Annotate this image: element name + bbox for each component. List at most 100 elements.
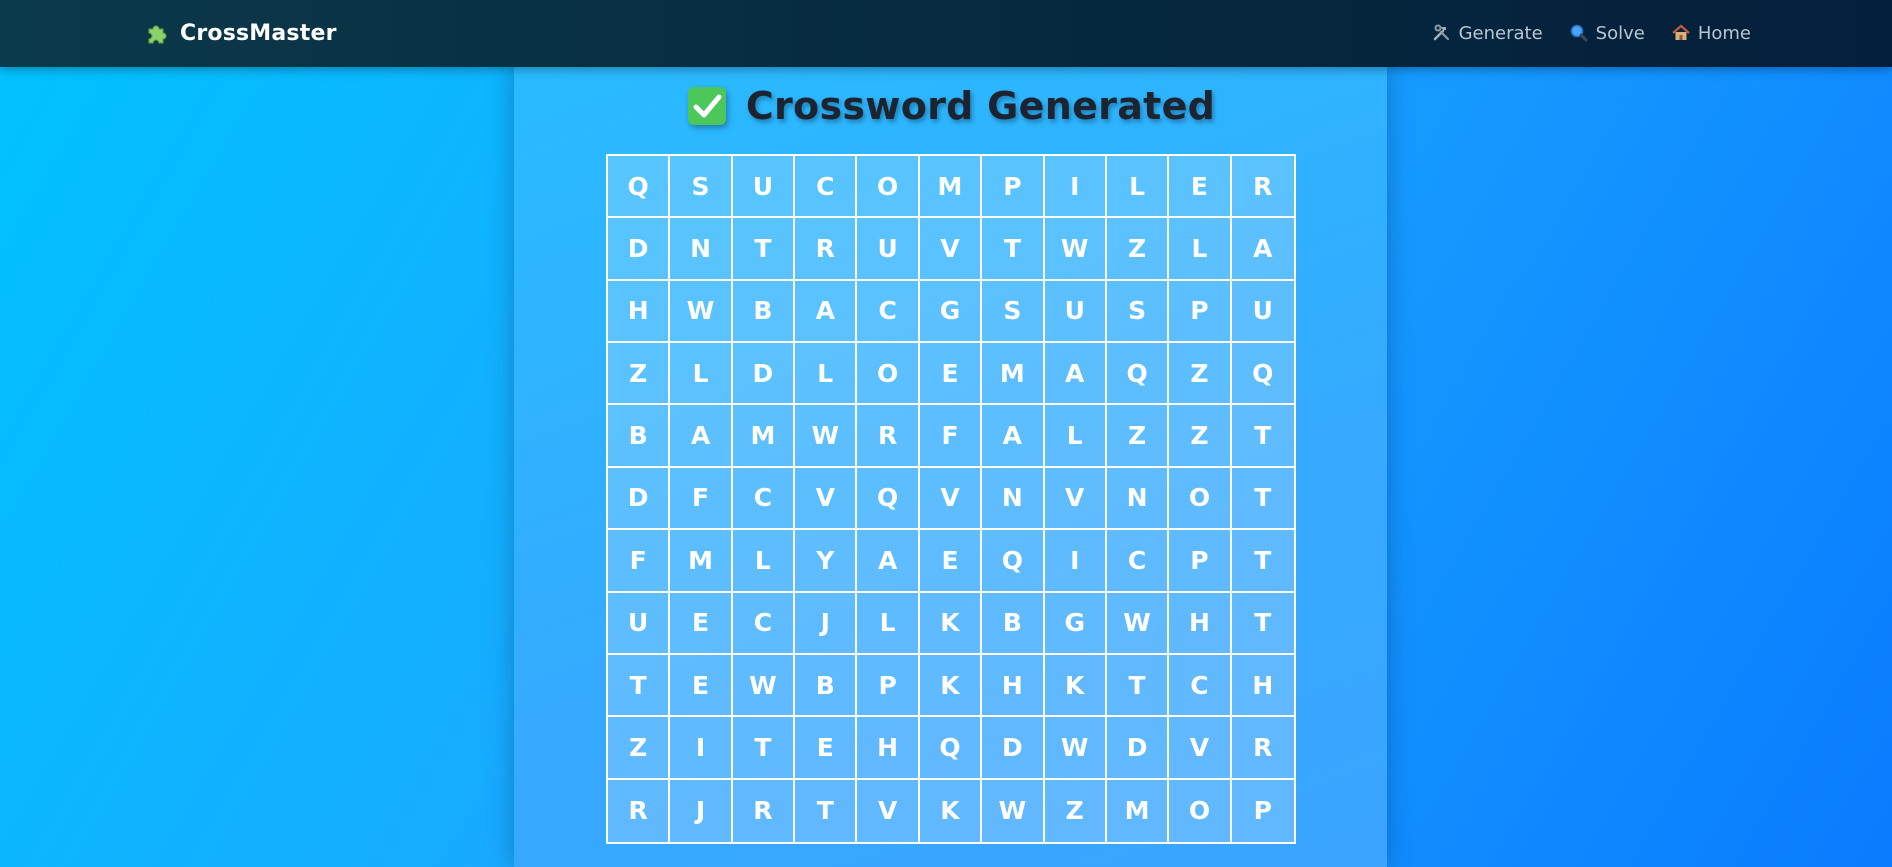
- grid-cell: C: [732, 467, 796, 531]
- grid-cell: Q: [1106, 343, 1170, 406]
- grid-cell: H: [857, 717, 920, 780]
- grid-cell: W: [982, 779, 1045, 842]
- grid-cell: W: [1106, 592, 1170, 655]
- grid-cell: C: [857, 280, 920, 344]
- checkmark-box-icon: [686, 85, 728, 127]
- grid-cell: K: [919, 592, 983, 655]
- nav-link-solve-label: Solve: [1595, 22, 1645, 44]
- grid-cell: I: [670, 717, 733, 780]
- grid-cell: U: [732, 156, 796, 219]
- grid-cell: O: [857, 343, 920, 406]
- grid-cell: D: [732, 343, 796, 406]
- nav-links: Generate Solve Home: [1432, 17, 1751, 49]
- grid-cell: H: [1169, 592, 1232, 655]
- nav-link-generate-label: Generate: [1458, 22, 1543, 44]
- grid-cell: R: [1231, 717, 1294, 780]
- grid-cell: E: [795, 717, 858, 780]
- grid-cell: K: [919, 779, 983, 842]
- grid-cell: J: [795, 592, 858, 655]
- grid-cell: L: [1106, 156, 1170, 219]
- grid-cell: M: [1106, 779, 1170, 842]
- grid-cell: P: [1169, 530, 1232, 593]
- grid-cell: A: [1231, 218, 1294, 281]
- grid-cell: N: [670, 218, 733, 281]
- navbar: CrossMaster Generate Solve Home: [0, 0, 1892, 67]
- grid-cell: T: [608, 654, 671, 718]
- grid-cell: Z: [1044, 779, 1107, 842]
- grid-cell: T: [795, 779, 858, 842]
- grid-cell: Z: [1106, 218, 1170, 281]
- grid-cell: W: [1044, 218, 1107, 281]
- grid-cell: G: [919, 280, 983, 344]
- grid-cell: E: [919, 343, 983, 406]
- grid-cell: M: [919, 156, 983, 219]
- grid-cell: R: [1231, 156, 1294, 219]
- grid-cell: T: [1231, 405, 1294, 468]
- brand-name: CrossMaster: [180, 20, 337, 46]
- grid-cell: B: [732, 280, 796, 344]
- grid-cell: M: [670, 530, 733, 593]
- grid-cell: T: [1231, 530, 1294, 593]
- nav-link-home[interactable]: Home: [1671, 23, 1751, 44]
- grid-cell: F: [919, 405, 983, 468]
- grid-cell: D: [608, 218, 671, 281]
- grid-cell: W: [1044, 717, 1107, 780]
- grid-cell: Z: [608, 343, 671, 406]
- grid-cell: Q: [1231, 343, 1294, 406]
- grid-cell: V: [795, 467, 858, 531]
- house-icon: [1671, 23, 1691, 43]
- grid-cell: C: [1169, 654, 1232, 718]
- grid-cell: T: [982, 218, 1045, 281]
- grid-cell: K: [1044, 654, 1107, 718]
- grid-cell: M: [982, 343, 1045, 406]
- nav-link-solve[interactable]: Solve: [1569, 23, 1645, 44]
- grid-cell: C: [1106, 530, 1170, 593]
- grid-cell: P: [1231, 779, 1294, 842]
- grid-cell: L: [857, 592, 920, 655]
- grid-cell: R: [795, 218, 858, 281]
- grid-cell: P: [1169, 280, 1232, 344]
- grid-cell: D: [982, 717, 1045, 780]
- grid-cell: S: [982, 280, 1045, 344]
- grid-cell: R: [732, 779, 796, 842]
- grid-cell: A: [670, 405, 733, 468]
- grid-cell: P: [982, 156, 1045, 219]
- grid-cell: U: [608, 592, 671, 655]
- grid-cell: Q: [919, 717, 983, 780]
- grid-cell: F: [608, 530, 671, 593]
- grid-cell: E: [670, 654, 733, 718]
- grid-cell: F: [670, 467, 733, 531]
- grid-cell: T: [1231, 467, 1294, 531]
- grid-cell: V: [919, 467, 983, 531]
- grid-cell: L: [1169, 218, 1232, 281]
- grid-cell: W: [732, 654, 796, 718]
- puzzle-piece-icon: [144, 20, 170, 46]
- grid-cell: T: [1106, 654, 1170, 718]
- grid-cell: V: [919, 218, 983, 281]
- grid-cell: S: [670, 156, 733, 219]
- grid-cell: S: [1106, 280, 1170, 344]
- page-title: Crossword Generated: [514, 81, 1387, 131]
- grid-cell: C: [732, 592, 796, 655]
- magnifier-icon: [1569, 23, 1589, 43]
- grid-cell: A: [857, 530, 920, 593]
- grid-cell: E: [919, 530, 983, 593]
- grid-cell: L: [670, 343, 733, 406]
- nav-link-home-label: Home: [1697, 22, 1751, 44]
- grid-cell: U: [1044, 280, 1107, 344]
- grid-cell: R: [608, 779, 671, 842]
- grid-cell: E: [1169, 156, 1232, 219]
- grid-cell: H: [608, 280, 671, 344]
- grid-cell: A: [982, 405, 1045, 468]
- grid-cell: H: [982, 654, 1045, 718]
- grid-cell: J: [670, 779, 733, 842]
- grid-cell: T: [1231, 592, 1294, 655]
- nav-link-generate[interactable]: Generate: [1432, 23, 1543, 44]
- grid-cell: A: [795, 280, 858, 344]
- grid-cell: V: [1169, 717, 1232, 780]
- brand-logo[interactable]: CrossMaster: [144, 17, 337, 49]
- grid-cell: Q: [608, 156, 671, 219]
- page-title-text: Crossword Generated: [745, 84, 1216, 128]
- grid-cell: Z: [1169, 343, 1232, 406]
- grid-cell: E: [670, 592, 733, 655]
